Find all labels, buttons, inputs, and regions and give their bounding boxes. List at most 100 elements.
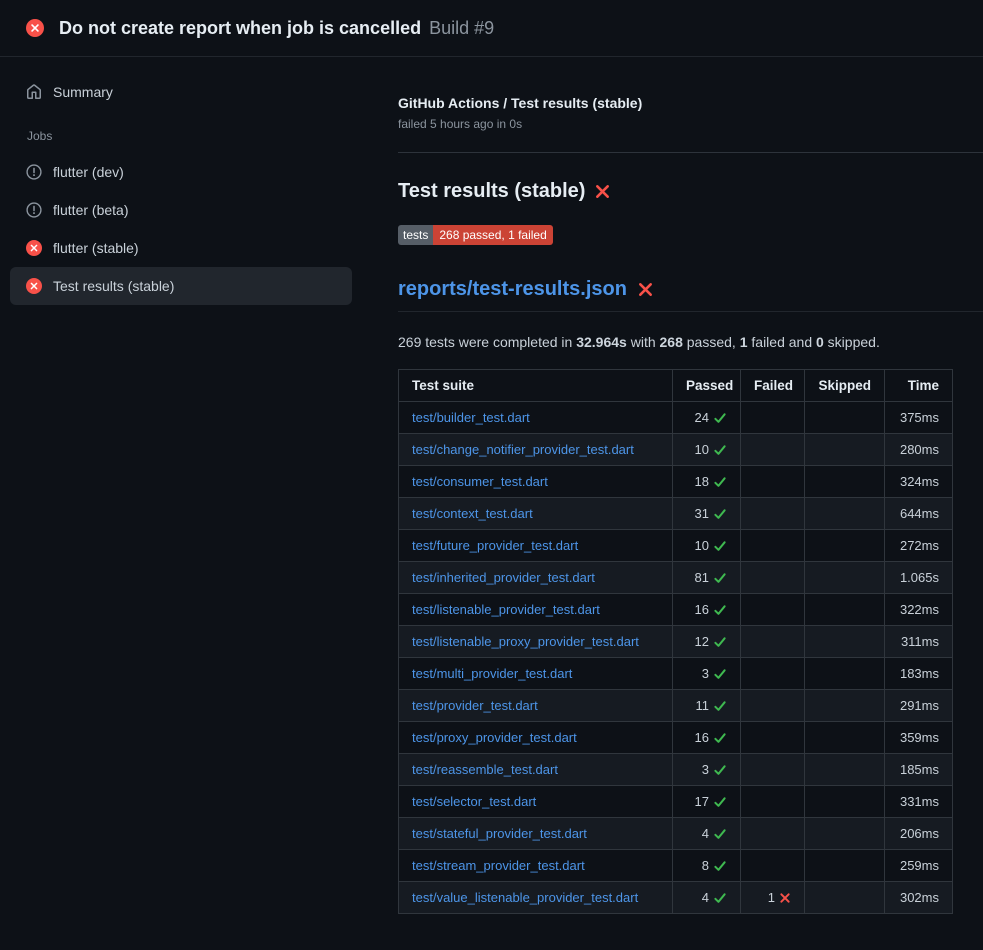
- sidebar-job-flutter-beta[interactable]: flutter (beta): [10, 191, 352, 229]
- failed-cell: [741, 530, 805, 562]
- skipped-cell: [805, 818, 885, 850]
- failed-cell: 1: [741, 882, 805, 914]
- skipped-cell: [805, 658, 885, 690]
- test-suite-cell: test/stream_provider_test.dart: [399, 850, 673, 882]
- check-icon: [713, 443, 727, 457]
- passed-cell: 24: [673, 402, 741, 434]
- tests-summary-line: 269 tests were completed in 32.964s with…: [398, 334, 983, 350]
- table-row: test/inherited_provider_test.dart 81 1.0…: [399, 562, 953, 594]
- sidebar-job-flutter-stable[interactable]: flutter (stable): [10, 229, 352, 267]
- table-row: test/reassemble_test.dart 3 185ms: [399, 754, 953, 786]
- check-icon: [713, 539, 727, 553]
- test-suite-link[interactable]: test/listenable_provider_test.dart: [412, 602, 600, 617]
- test-suite-link[interactable]: test/future_provider_test.dart: [412, 538, 578, 553]
- test-suite-link[interactable]: test/stream_provider_test.dart: [412, 858, 585, 873]
- passed-cell: 12: [673, 626, 741, 658]
- jobs-list: flutter (dev) flutter (beta) flutter (st…: [10, 153, 352, 305]
- cross-mark-icon: [779, 892, 791, 904]
- test-suite-cell: test/consumer_test.dart: [399, 466, 673, 498]
- failed-cell: [741, 466, 805, 498]
- check-icon: [713, 795, 727, 809]
- failed-cell: [741, 850, 805, 882]
- badge-label: tests: [398, 225, 433, 245]
- check-icon: [713, 507, 727, 521]
- table-row: test/future_provider_test.dart 10 272ms: [399, 530, 953, 562]
- passed-cell: 16: [673, 722, 741, 754]
- test-suite-cell: test/builder_test.dart: [399, 402, 673, 434]
- test-suite-link[interactable]: test/context_test.dart: [412, 506, 533, 521]
- skipped-cell: [805, 754, 885, 786]
- divider: [398, 152, 983, 153]
- test-suite-cell: test/future_provider_test.dart: [399, 530, 673, 562]
- time-cell: 324ms: [885, 466, 953, 498]
- time-cell: 331ms: [885, 786, 953, 818]
- failed-cell: [741, 562, 805, 594]
- check-title-text: Test results (stable): [398, 180, 585, 203]
- test-suite-link[interactable]: test/reassemble_test.dart: [412, 762, 558, 777]
- failed-status-icon: [26, 19, 44, 37]
- summary-duration: 32.964s: [576, 334, 627, 350]
- badge-value: 268 passed, 1 failed: [433, 225, 552, 245]
- build-number: Build #9: [429, 18, 494, 39]
- failed-cell: [741, 402, 805, 434]
- test-suite-link[interactable]: test/listenable_proxy_provider_test.dart: [412, 634, 639, 649]
- summary-part: 269 tests were completed in: [398, 334, 576, 350]
- test-suite-cell: test/stateful_provider_test.dart: [399, 818, 673, 850]
- table-header-row: Test suite Passed Failed Skipped Time: [399, 370, 953, 402]
- test-suite-cell: test/value_listenable_provider_test.dart: [399, 882, 673, 914]
- check-icon: [713, 699, 727, 713]
- column-header-failed: Failed: [741, 370, 805, 402]
- test-suite-cell: test/change_notifier_provider_test.dart: [399, 434, 673, 466]
- job-label: flutter (stable): [53, 240, 139, 256]
- test-suite-link[interactable]: test/change_notifier_provider_test.dart: [412, 442, 634, 457]
- failed-cell: [741, 658, 805, 690]
- check-icon: [713, 827, 727, 841]
- check-icon: [713, 859, 727, 873]
- home-icon: [26, 84, 42, 100]
- test-suite-link[interactable]: test/value_listenable_provider_test.dart: [412, 890, 638, 905]
- summary-part: failed and: [748, 334, 817, 350]
- report-heading: reports/test-results.json: [398, 278, 983, 312]
- x-circle-icon: [26, 278, 42, 294]
- passed-cell: 4: [673, 818, 741, 850]
- time-cell: 644ms: [885, 498, 953, 530]
- passed-cell: 18: [673, 466, 741, 498]
- cross-mark-icon: [594, 183, 611, 200]
- table-row: test/value_listenable_provider_test.dart…: [399, 882, 953, 914]
- sidebar-job-flutter-dev[interactable]: flutter (dev): [10, 153, 352, 191]
- test-suite-link[interactable]: test/builder_test.dart: [412, 410, 530, 425]
- time-cell: 185ms: [885, 754, 953, 786]
- sidebar-item-summary[interactable]: Summary: [10, 73, 352, 111]
- test-suite-link[interactable]: test/proxy_provider_test.dart: [412, 730, 577, 745]
- test-suite-link[interactable]: test/selector_test.dart: [412, 794, 536, 809]
- table-row: test/consumer_test.dart 18 324ms: [399, 466, 953, 498]
- time-cell: 280ms: [885, 434, 953, 466]
- passed-cell: 16: [673, 594, 741, 626]
- x-circle-icon: [26, 240, 42, 256]
- test-suite-link[interactable]: test/inherited_provider_test.dart: [412, 570, 595, 585]
- test-suite-link[interactable]: test/provider_test.dart: [412, 698, 538, 713]
- tests-badge: tests 268 passed, 1 failed: [398, 225, 553, 245]
- skipped-cell: [805, 626, 885, 658]
- test-suite-link[interactable]: test/multi_provider_test.dart: [412, 666, 572, 681]
- test-suite-link[interactable]: test/consumer_test.dart: [412, 474, 548, 489]
- passed-cell: 3: [673, 754, 741, 786]
- column-header-time: Time: [885, 370, 953, 402]
- table-row: test/listenable_proxy_provider_test.dart…: [399, 626, 953, 658]
- table-row: test/multi_provider_test.dart 3 183ms: [399, 658, 953, 690]
- test-suite-cell: test/selector_test.dart: [399, 786, 673, 818]
- test-suite-link[interactable]: test/stateful_provider_test.dart: [412, 826, 587, 841]
- passed-cell: 81: [673, 562, 741, 594]
- table-row: test/selector_test.dart 17 331ms: [399, 786, 953, 818]
- failed-cell: [741, 594, 805, 626]
- summary-label: Summary: [53, 84, 113, 100]
- failed-cell: [741, 722, 805, 754]
- check-icon: [713, 763, 727, 777]
- check-icon: [713, 667, 727, 681]
- failed-cell: [741, 434, 805, 466]
- sidebar-job-test-results-stable[interactable]: Test results (stable): [10, 267, 352, 305]
- summary-part: skipped.: [824, 334, 880, 350]
- test-suite-cell: test/listenable_proxy_provider_test.dart: [399, 626, 673, 658]
- passed-cell: 11: [673, 690, 741, 722]
- report-file-link[interactable]: reports/test-results.json: [398, 278, 627, 301]
